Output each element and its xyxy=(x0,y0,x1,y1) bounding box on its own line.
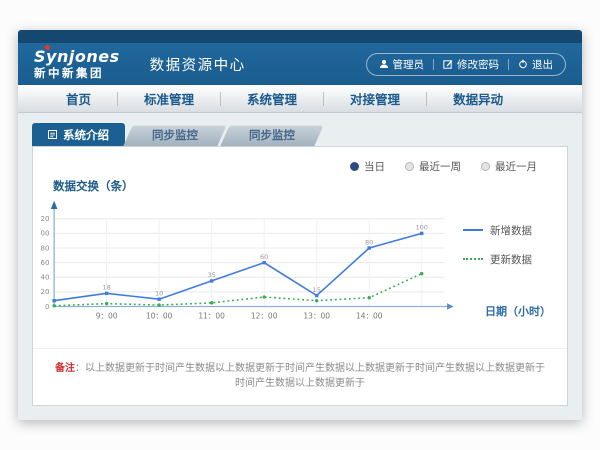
svg-text:35: 35 xyxy=(208,271,216,279)
legend-updated-data[interactable]: 更新数据 xyxy=(463,252,559,267)
user-menu-admin-label: 管理员 xyxy=(393,57,425,72)
chart-panel: 当日 最近一周 最近一月 数据交换（条） 0 20 40 60 80 100 120 9：00… xyxy=(32,146,568,406)
svg-text:100: 100 xyxy=(415,224,428,232)
synjones-logo: Synjones 新中新集团 xyxy=(34,49,120,80)
nav-item-connection-mgmt[interactable]: 对接管理 xyxy=(324,89,426,108)
radio-last-month-label: 最近一月 xyxy=(495,159,537,174)
nav-item-data-change[interactable]: 数据异动 xyxy=(427,89,529,108)
svg-text:100: 100 xyxy=(41,229,49,238)
x-axis-label: 日期（小时） xyxy=(485,303,551,319)
radio-dot xyxy=(481,162,490,171)
svg-text:40: 40 xyxy=(41,273,49,282)
document-icon xyxy=(48,130,57,139)
content-area: 系统介绍 同步监控 同步监控 当日 最近一周 xyxy=(18,113,582,420)
radio-last-month[interactable]: 最近一月 xyxy=(481,159,537,174)
tab-sync-monitor-2[interactable]: 同步监控 xyxy=(225,125,319,146)
svg-text:10：00: 10：00 xyxy=(146,312,173,321)
radio-dot-selected xyxy=(350,162,359,171)
svg-text:18: 18 xyxy=(102,284,110,292)
svg-text:13：00: 13：00 xyxy=(303,312,330,321)
logo-brand-text: Synjones xyxy=(34,49,120,65)
svg-text:14：00: 14：00 xyxy=(356,312,383,321)
browser-window: Synjones 新中新集团 数据资源中心 管理员 xyxy=(18,30,582,420)
nav-item-home[interactable]: 首页 xyxy=(40,89,117,108)
svg-text:9：00: 9：00 xyxy=(96,312,118,321)
header-top-strip xyxy=(18,30,582,43)
desktop-background: Synjones 新中新集团 数据资源中心 管理员 xyxy=(0,0,600,450)
svg-text:0: 0 xyxy=(45,302,49,311)
svg-text:11：00: 11：00 xyxy=(198,312,225,321)
user-menu-separator xyxy=(433,59,434,70)
green-line-sample xyxy=(463,258,483,260)
user-menu-change-password[interactable]: 修改密码 xyxy=(443,57,499,72)
logo-company-text: 新中新集团 xyxy=(34,68,120,80)
time-range-filters: 当日 最近一周 最近一月 xyxy=(33,147,567,176)
user-menu-separator xyxy=(508,59,509,70)
power-icon xyxy=(518,59,528,69)
footnote-label: 备注 xyxy=(55,363,75,374)
y-axis-label: 数据交换（条） xyxy=(33,176,567,194)
nav-item-standard-mgmt[interactable]: 标准管理 xyxy=(118,89,220,108)
tab-sync-monitor-2-label: 同步监控 xyxy=(249,128,295,142)
footnote-text: ：以上数据更新于时间产生数据以上数据更新于时间产生数据以上数据更新于时间产生数据… xyxy=(75,363,545,389)
svg-text:15: 15 xyxy=(313,286,321,294)
user-icon xyxy=(379,59,389,69)
edit-icon xyxy=(443,59,453,69)
user-menu: 管理员 修改密码 退出 xyxy=(366,53,567,76)
chart-row: 0 20 40 60 80 100 120 9：00 10：00 11：00 12：00 13：00 1… xyxy=(33,194,567,325)
legend-new-data[interactable]: 新增数据 xyxy=(463,223,559,238)
svg-text:20: 20 xyxy=(41,287,49,296)
tab-sync-monitor-1[interactable]: 同步监控 xyxy=(128,125,222,146)
legend-updated-data-label: 更新数据 xyxy=(490,252,532,267)
radio-dot xyxy=(405,162,414,171)
tab-sync-monitor-1-label: 同步监控 xyxy=(152,128,198,142)
user-menu-logout[interactable]: 退出 xyxy=(518,57,553,72)
nav-item-system-mgmt[interactable]: 系统管理 xyxy=(221,89,323,108)
user-menu-admin[interactable]: 管理员 xyxy=(379,57,425,72)
user-menu-change-password-label: 修改密码 xyxy=(457,57,499,72)
app-header: Synjones 新中新集团 数据资源中心 管理员 xyxy=(18,43,582,85)
radio-last-week-label: 最近一周 xyxy=(419,159,461,174)
radio-last-week[interactable]: 最近一周 xyxy=(405,159,461,174)
main-nav: 首页 标准管理 系统管理 对接管理 数据异动 xyxy=(18,85,582,113)
page-title: 数据资源中心 xyxy=(134,54,246,75)
svg-text:80: 80 xyxy=(365,238,373,246)
radio-today-label: 当日 xyxy=(364,159,385,174)
footnote: 备注：以上数据更新于时间产生数据以上数据更新于时间产生数据以上数据更新于时间产生… xyxy=(33,348,567,405)
svg-text:80: 80 xyxy=(41,243,49,252)
blue-line-sample xyxy=(463,229,483,231)
chart-container: 0 20 40 60 80 100 120 9：00 10：00 11：00 12：00 13：00 1… xyxy=(41,194,463,325)
svg-text:10: 10 xyxy=(155,289,163,297)
tab-bar: 系统介绍 同步监控 同步监控 xyxy=(32,123,582,146)
radio-today[interactable]: 当日 xyxy=(350,159,385,174)
svg-text:12：00: 12：00 xyxy=(251,312,278,321)
exchange-line-chart: 0 20 40 60 80 100 120 9：00 10：00 11：00 12：00 13：00 1… xyxy=(41,194,463,325)
tab-system-intro[interactable]: 系统介绍 xyxy=(32,123,125,146)
legend-new-data-label: 新增数据 xyxy=(490,223,532,238)
tab-system-intro-label: 系统介绍 xyxy=(63,127,109,143)
user-menu-logout-label: 退出 xyxy=(532,57,553,72)
svg-text:120: 120 xyxy=(41,214,49,223)
svg-text:60: 60 xyxy=(41,258,49,267)
svg-text:60: 60 xyxy=(260,253,268,261)
